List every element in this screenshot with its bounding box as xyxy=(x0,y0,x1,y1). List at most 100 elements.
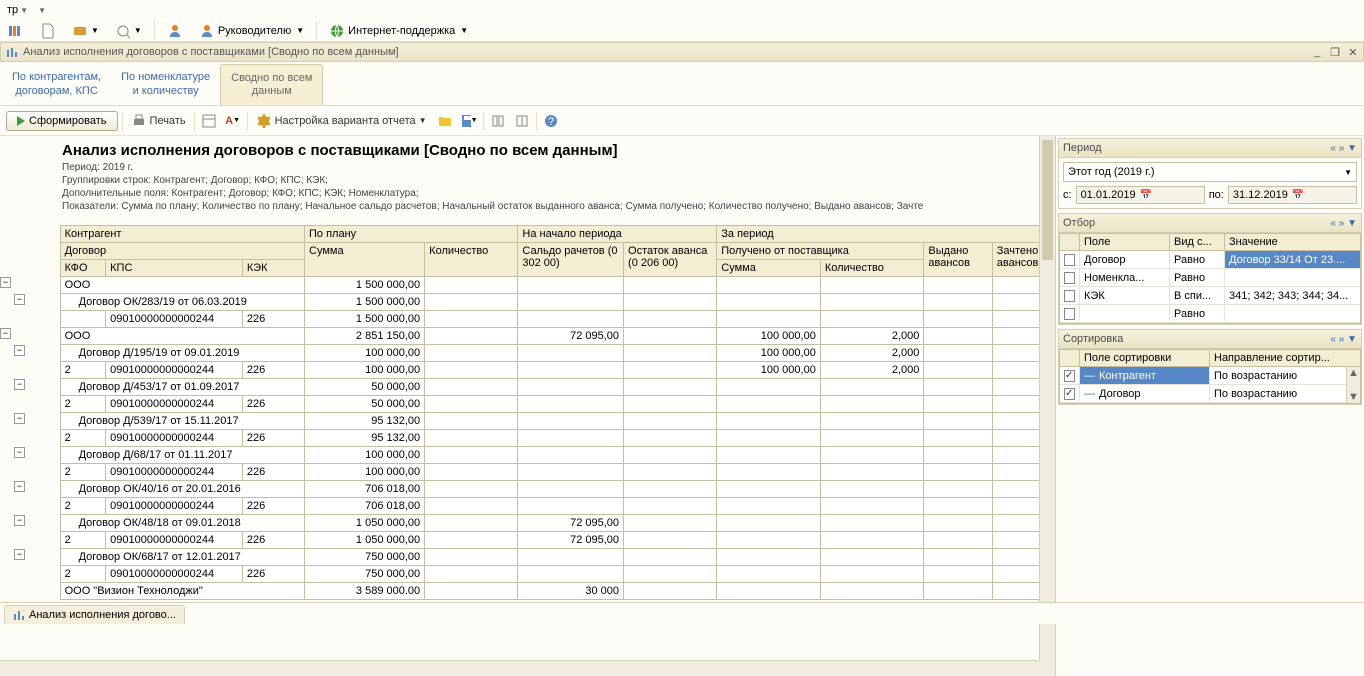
table-row[interactable]: 209010000000000244226706 018,00 xyxy=(0,498,1055,515)
sort-row[interactable]: —КонтрагентПо возрастанию xyxy=(1060,367,1360,385)
dropdown-2[interactable]: ▼ xyxy=(33,1,49,19)
chart-icon xyxy=(13,609,25,621)
filter-row[interactable]: ДоговорРавноДоговор 33/14 От 23.... xyxy=(1060,251,1360,269)
meta-groups: Группировки строк: Контрагент; Договор; … xyxy=(62,174,993,187)
sort-up[interactable]: ▲ xyxy=(1348,367,1359,379)
table-row[interactable]: −Договор ОК/40/16 от 20.01.2016706 018,0… xyxy=(0,481,1055,498)
generate-button[interactable]: Сформировать xyxy=(6,111,118,131)
tb-icon-4[interactable]: ▼ xyxy=(111,21,146,41)
tb-icon-2[interactable] xyxy=(36,21,60,41)
tb-view-1[interactable] xyxy=(488,111,508,131)
expand-toggle[interactable]: − xyxy=(14,413,25,424)
panel-nav[interactable]: « » ▼ xyxy=(1330,218,1357,229)
report-settings-button[interactable]: Настройка варианта отчета▼ xyxy=(252,111,431,131)
calendar-icon[interactable]: 📅 xyxy=(1140,190,1152,201)
calendar-icon[interactable]: 📅 xyxy=(1292,190,1304,201)
checkbox[interactable] xyxy=(1064,370,1075,382)
minimize-button[interactable]: _ xyxy=(1309,44,1325,60)
help-icon[interactable]: ? xyxy=(541,111,561,131)
table-row[interactable]: 20901000000000024422695 132,00 xyxy=(0,430,1055,447)
tab-summary[interactable]: Сводно по всем данным xyxy=(220,64,323,105)
panel-nav[interactable]: « » ▼ xyxy=(1330,334,1357,345)
table-row[interactable]: 209010000000000244226100 000,00 xyxy=(0,464,1055,481)
table-row[interactable]: 20901000000000024422650 000,00 xyxy=(0,396,1055,413)
table-row[interactable]: ООО "Визион Технолоджи"3 589 000.0030 00… xyxy=(0,583,1055,600)
table-row[interactable]: −Договор ОК/48/18 от 09.01.20181 050 000… xyxy=(0,515,1055,532)
date-from[interactable]: 01.01.2019📅 xyxy=(1076,186,1205,204)
panel-nav[interactable]: « » ▼ xyxy=(1330,143,1357,154)
tb-icon-1[interactable] xyxy=(4,21,28,41)
maximize-button[interactable]: ❐ xyxy=(1327,44,1343,60)
filter-row[interactable]: КЭКВ спи...341; 342; 343; 344; 34... xyxy=(1060,287,1360,305)
sort-down[interactable]: ▼ xyxy=(1348,391,1359,403)
report-scroll-h[interactable] xyxy=(0,660,1039,676)
svg-text:?: ? xyxy=(547,116,553,128)
expand-toggle[interactable]: − xyxy=(14,294,25,305)
meta-measures: Показатели: Сумма по плану; Количество п… xyxy=(62,200,993,213)
checkbox[interactable] xyxy=(1064,290,1075,302)
table-row[interactable]: −Договор ОК/283/19 от 06.03.20191 500 00… xyxy=(0,294,1055,311)
meta-period: Период: 2019 г. xyxy=(62,161,993,174)
report-pane: Анализ исполнения договоров с поставщика… xyxy=(0,136,1056,676)
report-scroll-v[interactable] xyxy=(1039,136,1055,660)
table-row[interactable]: −ООО1 500 000,00 xyxy=(0,277,1055,294)
sort-row[interactable]: —ДоговорПо возрастанию xyxy=(1060,385,1360,403)
expand-toggle[interactable]: − xyxy=(0,328,11,339)
side-pane: Период« » ▼ Этот год (2019 г.)▼ с: 01.01… xyxy=(1056,136,1364,676)
table-row[interactable]: −Договор Д/453/17 от 01.09.201750 000,00 xyxy=(0,379,1055,396)
internet-support-menu[interactable]: Интернет-поддержка▼ xyxy=(325,21,472,41)
tb-icon-5[interactable] xyxy=(163,21,187,41)
manager-menu[interactable]: Руководителю▼ xyxy=(195,21,308,41)
bottom-tab[interactable]: Анализ исполнения догово... xyxy=(4,605,185,624)
expand-toggle[interactable]: − xyxy=(0,277,11,288)
table-row[interactable]: −ООО2 851 150,0072 095,00100 000,002,000 xyxy=(0,328,1055,345)
filter-grid[interactable]: ПолеВид с...Значение ДоговорРавноДоговор… xyxy=(1059,233,1361,324)
window-title: Анализ исполнения договоров с поставщика… xyxy=(23,46,1309,58)
filter-row[interactable]: Равно xyxy=(1060,305,1360,323)
table-row[interactable]: 2090100000000002442261 050 000,0072 095,… xyxy=(0,532,1055,549)
table-row[interactable]: −Договор Д/539/17 от 15.11.201795 132,00 xyxy=(0,413,1055,430)
tab-by-counterparty[interactable]: По контрагентам, договорам, КПС xyxy=(2,64,111,105)
expand-toggle[interactable]: − xyxy=(14,345,25,356)
table-row[interactable]: 209010000000000244226100 000,00100 000,0… xyxy=(0,362,1055,379)
expand-toggle[interactable]: − xyxy=(14,447,25,458)
tb-folder-icon[interactable] xyxy=(435,111,455,131)
main-toolbar: ▼ ▼ Руководителю▼ Интернет-поддержка▼ xyxy=(0,20,1364,42)
date-to[interactable]: 31.12.2019📅 xyxy=(1228,186,1357,204)
tb-icon-3[interactable]: ▼ xyxy=(68,21,103,41)
expand-toggle[interactable]: − xyxy=(14,481,25,492)
filter-panel: Отбор« » ▼ ПолеВид с...Значение ДоговорР… xyxy=(1058,213,1362,325)
table-row[interactable]: 090100000000002442261 500 000,00 xyxy=(0,311,1055,328)
dropdown-1[interactable]: тр▼ xyxy=(4,1,31,19)
period-panel: Период« » ▼ Этот год (2019 г.)▼ с: 01.01… xyxy=(1058,138,1362,209)
table-row[interactable]: −Договор Д/195/19 от 09.01.2019100 000,0… xyxy=(0,345,1055,362)
table-row[interactable]: −Договор ОК/68/17 от 12.01.2017750 000,0… xyxy=(0,549,1055,566)
period-select[interactable]: Этот год (2019 г.)▼ xyxy=(1063,162,1357,182)
view-tabs: По контрагентам, договорам, КПС По номен… xyxy=(0,62,1364,106)
table-row[interactable]: −Договор Д/68/17 от 01.11.2017100 000,00 xyxy=(0,447,1055,464)
tab-by-nomenclature[interactable]: По номенклатуре и количеству xyxy=(111,64,220,105)
tb-save-icon[interactable]: ▼ xyxy=(459,111,479,131)
checkbox[interactable] xyxy=(1064,308,1075,320)
tb-table-icon[interactable] xyxy=(199,111,219,131)
checkbox[interactable] xyxy=(1064,388,1075,400)
tb-font-icon[interactable]: A▼ xyxy=(223,111,243,131)
meta-fields: Дополнительные поля: Контрагент; Договор… xyxy=(62,187,993,200)
app-top-row-1: тр▼ ▼ xyxy=(0,0,1364,20)
expand-toggle[interactable]: − xyxy=(14,549,25,560)
expand-toggle[interactable]: − xyxy=(14,515,25,526)
filter-row[interactable]: Номенкла...Равно xyxy=(1060,269,1360,287)
checkbox[interactable] xyxy=(1064,272,1075,284)
play-icon xyxy=(17,116,25,126)
tb-view-2[interactable] xyxy=(512,111,532,131)
checkbox[interactable] xyxy=(1064,254,1075,266)
close-button[interactable]: ✕ xyxy=(1345,44,1361,60)
sort-grid[interactable]: Поле сортировкиНаправление сортир... —Ко… xyxy=(1059,349,1361,404)
window-title-bar: Анализ исполнения договоров с поставщика… xyxy=(0,42,1364,62)
bottom-tabs: Анализ исполнения догово... xyxy=(0,602,1364,624)
report-table[interactable]: Контрагент По плану На начало периода За… xyxy=(0,225,1055,600)
table-row[interactable]: 209010000000000244226750 000,00 xyxy=(0,566,1055,583)
sort-panel: Сортировка« » ▼ Поле сортировкиНаправлен… xyxy=(1058,329,1362,405)
print-button[interactable]: Печать xyxy=(127,111,190,131)
expand-toggle[interactable]: − xyxy=(14,379,25,390)
